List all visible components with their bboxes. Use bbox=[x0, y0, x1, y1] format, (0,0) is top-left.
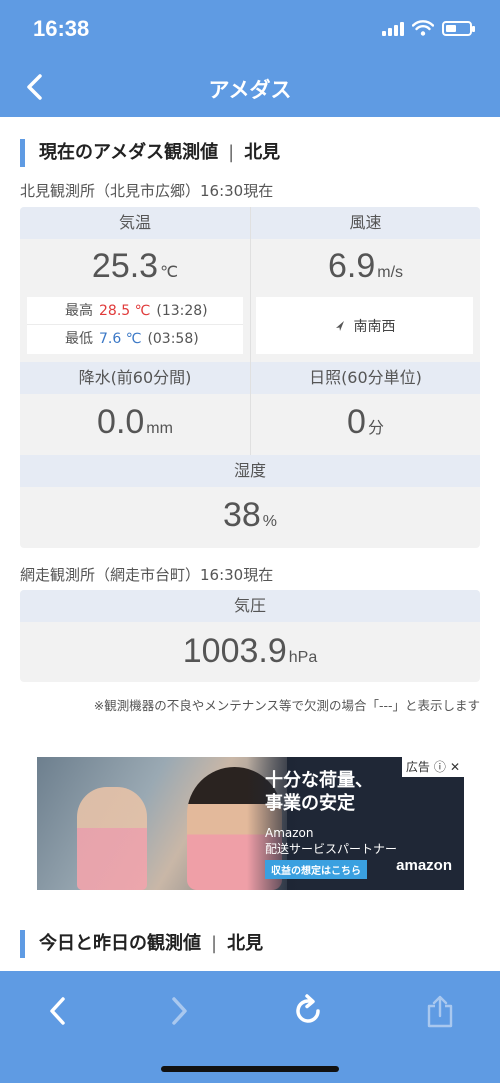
ad-subtext: Amazon 配送サービスパートナー bbox=[265, 826, 398, 856]
ad-headline: 十分な荷量、 事業の安定 bbox=[265, 770, 373, 814]
wifi-icon bbox=[412, 20, 434, 36]
sunshine-value: 0分 bbox=[347, 403, 384, 441]
forward-button[interactable] bbox=[159, 991, 199, 1031]
ad-label: 広告 bbox=[405, 760, 430, 774]
back-button[interactable] bbox=[38, 991, 78, 1031]
ad-info-icon[interactable]: ⓘ bbox=[434, 757, 446, 777]
sunshine-header: 日照(60分単位) bbox=[251, 362, 480, 394]
navigation-bar: アメダス bbox=[0, 60, 500, 117]
temperature-min-max: 最高 28.5 ℃ (13:28) 最低 7.6 ℃ (03:58) bbox=[27, 297, 243, 354]
status-icons bbox=[382, 20, 475, 36]
current-observation-heading: 現在のアメダス観測値 | 北見 bbox=[20, 139, 280, 167]
min-temp-time: (03:58) bbox=[147, 331, 199, 347]
wind-speed-value: 6.9 m/s bbox=[327, 247, 404, 285]
battery-level bbox=[446, 24, 456, 32]
title-separator: | bbox=[211, 933, 218, 954]
section-location: 北見 bbox=[227, 933, 264, 954]
min-temp-row: 最低 7.6 ℃ (03:58) bbox=[65, 331, 199, 347]
wind-header: 風速 bbox=[251, 207, 480, 239]
temperature-value: 25.3 ℃ bbox=[91, 247, 179, 285]
station-abashiri: 網走観測所（網走市台町）16:30現在 bbox=[20, 566, 274, 584]
home-indicator bbox=[161, 1066, 339, 1072]
reload-icon bbox=[296, 994, 320, 1023]
main-content: 現在のアメダス観測値 | 北見 北見観測所（北見市広郷）16:30現在 気温 25.… bbox=[0, 117, 500, 971]
humidity-value: 38% bbox=[222, 496, 278, 534]
chevron-right-icon bbox=[172, 997, 187, 1025]
wind-direction: 南南西 bbox=[256, 297, 473, 354]
max-temp-time: (13:28) bbox=[156, 303, 208, 319]
section-location: 北見 bbox=[244, 142, 281, 163]
reload-button[interactable] bbox=[288, 991, 328, 1031]
pressure-header: 気圧 bbox=[20, 590, 480, 622]
today-yesterday-heading: 今日と昨日の観測値 | 北見 bbox=[20, 930, 263, 958]
chevron-left-icon bbox=[50, 997, 65, 1025]
wind-direction-arrow-icon bbox=[335, 320, 344, 331]
title-separator: | bbox=[228, 142, 235, 163]
bottom-toolbar bbox=[0, 971, 500, 1083]
station-kitami: 北見観測所（北見市広郷）16:30現在 bbox=[20, 182, 274, 200]
ad-badge: 広告 ⓘ ✕ bbox=[401, 757, 464, 777]
ad-photo-background-person bbox=[77, 787, 147, 890]
ad-brand-logo: amazon bbox=[396, 857, 452, 874]
observation-card: 気温 25.3 ℃ 最高 28.5 ℃ (13:28) 最低 7.6 ℃ (03:58) … bbox=[20, 207, 480, 548]
section-title-text: 今日と昨日の観測値 bbox=[39, 933, 201, 954]
battery-icon bbox=[442, 20, 475, 36]
max-temp-row: 最高 28.5 ℃ (13:28) bbox=[27, 297, 243, 325]
precipitation-value: 0.0 mm bbox=[97, 403, 173, 441]
ad-close-icon[interactable]: ✕ bbox=[450, 757, 460, 777]
pressure-value: 1003.9 hPa bbox=[182, 632, 318, 670]
share-icon bbox=[427, 995, 453, 1028]
signal-icon bbox=[382, 20, 404, 36]
pressure-card: 気圧 1003.9 hPa bbox=[20, 590, 480, 682]
ad-cta-button[interactable]: 収益の想定はこちら bbox=[265, 860, 367, 879]
share-button[interactable] bbox=[420, 991, 460, 1031]
temperature-header: 気温 bbox=[20, 207, 250, 239]
page-title: アメダス bbox=[208, 78, 292, 102]
min-temp-value: 7.6 ℃ bbox=[99, 331, 142, 347]
status-bar: 16:38 bbox=[0, 0, 500, 60]
advertisement-banner[interactable]: 十分な荷量、 事業の安定 Amazon 配送サービスパートナー 収益の想定はこち… bbox=[37, 757, 464, 890]
missing-data-note: ※観測機器の不良やメンテナンス等で欠測の場合「---」と表示します bbox=[93, 698, 480, 713]
status-time: 16:38 bbox=[33, 16, 90, 41]
max-temp-value: 28.5 ℃ bbox=[99, 303, 151, 319]
section-title-text: 現在のアメダス観測値 bbox=[39, 142, 219, 163]
precipitation-header: 降水(前60分間) bbox=[20, 362, 250, 394]
humidity-header: 湿度 bbox=[20, 455, 480, 487]
top-bar: 16:38 アメダス bbox=[0, 0, 500, 117]
